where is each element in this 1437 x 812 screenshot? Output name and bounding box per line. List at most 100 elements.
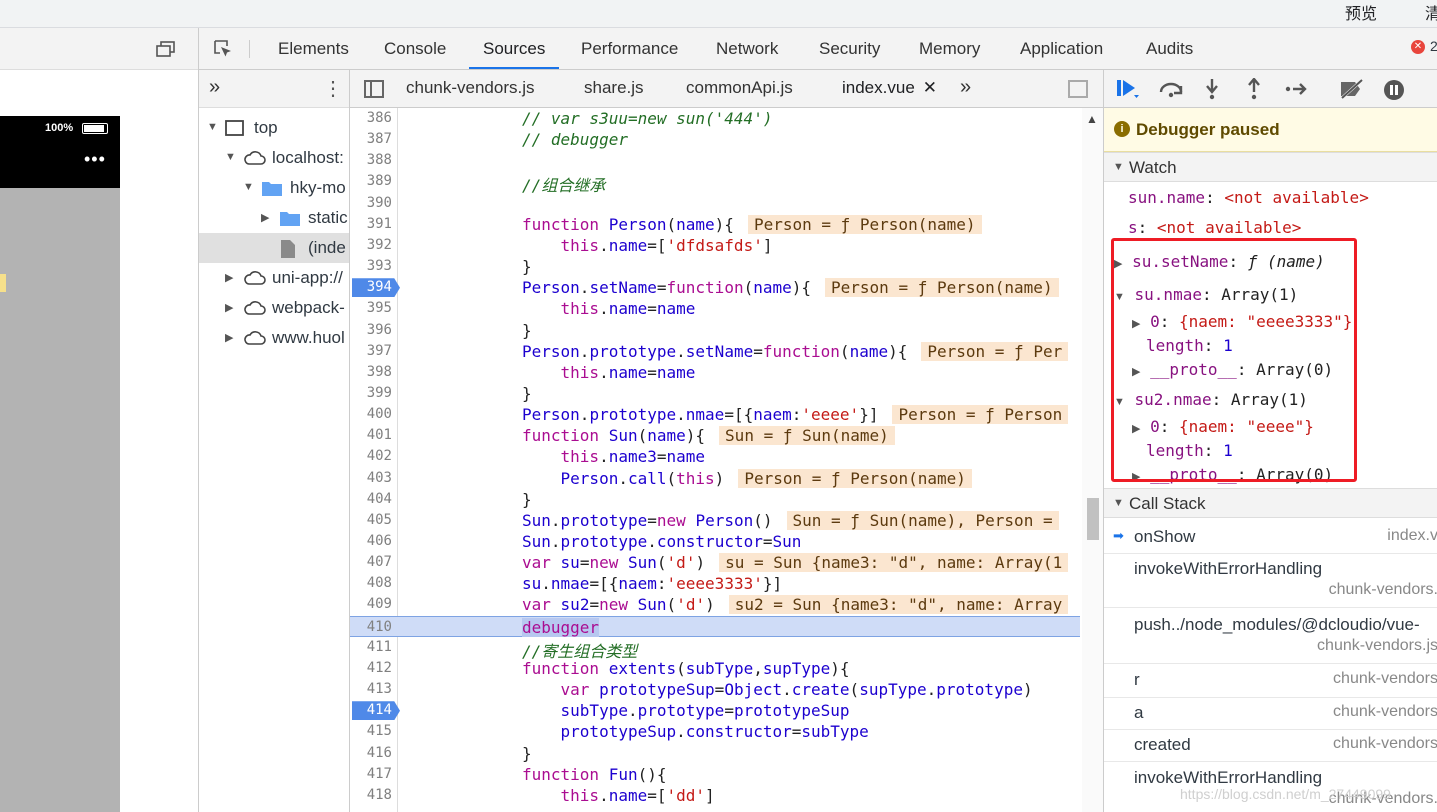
line-number[interactable]: 395 bbox=[350, 300, 392, 316]
step-over-icon[interactable] bbox=[1158, 80, 1186, 98]
code-line[interactable]: 388 bbox=[350, 150, 1080, 171]
tab-sources[interactable]: Sources bbox=[468, 28, 560, 69]
collapse-arrow-icon[interactable]: ▶ bbox=[261, 211, 269, 224]
error-icon[interactable]: ✕ bbox=[1411, 40, 1425, 54]
current-execution-line[interactable]: 410 debugger bbox=[350, 615, 1080, 637]
code-line[interactable]: 397 Person.prototype.setName=function(nam… bbox=[350, 341, 1080, 362]
line-number[interactable]: 398 bbox=[350, 364, 392, 380]
line-number[interactable]: 409 bbox=[350, 596, 392, 612]
tree-item-webpack[interactable]: ▶ webpack- bbox=[199, 293, 349, 323]
tab-audits[interactable]: Audits bbox=[1146, 28, 1193, 69]
line-number[interactable]: 394 bbox=[350, 279, 392, 295]
file-tab-chunk-vendors[interactable]: chunk-vendors.js bbox=[406, 78, 535, 98]
line-number[interactable]: 392 bbox=[350, 237, 392, 253]
line-number[interactable]: 407 bbox=[350, 554, 392, 570]
line-number[interactable]: 405 bbox=[350, 512, 392, 528]
line-number[interactable]: 418 bbox=[350, 787, 392, 803]
code-line[interactable]: 409 var su2=new Sun('d') su2 = Sun {name3:… bbox=[350, 594, 1080, 615]
tree-item-hky-mo[interactable]: ▼ hky-mo bbox=[199, 173, 349, 203]
line-number[interactable]: 389 bbox=[350, 173, 392, 189]
code-line[interactable]: 415 prototypeSup.constructor=subType bbox=[350, 721, 1080, 742]
line-number[interactable]: 393 bbox=[350, 258, 392, 274]
line-number[interactable]: 413 bbox=[350, 681, 392, 697]
callstack-frame[interactable]: r chunk-vendors bbox=[1104, 664, 1437, 698]
inspect-element-icon[interactable] bbox=[213, 39, 233, 59]
code-line[interactable]: 406 Sun.prototype.constructor=Sun bbox=[350, 531, 1080, 552]
collapse-arrow-icon[interactable]: ▶ bbox=[225, 301, 233, 314]
line-number[interactable]: 399 bbox=[350, 385, 392, 401]
expand-arrow-icon[interactable]: ▼ bbox=[225, 151, 236, 163]
code-line[interactable]: 396} bbox=[350, 320, 1080, 341]
code-line[interactable]: 395 this.name=name bbox=[350, 298, 1080, 319]
tree-item-index[interactable]: (inde bbox=[199, 233, 349, 263]
callstack-section-header[interactable]: ▼ Call Stack bbox=[1104, 488, 1437, 518]
collapse-arrow-icon[interactable]: ▶ bbox=[225, 331, 233, 344]
file-tab-index-vue[interactable]: index.vue ✕ bbox=[842, 78, 937, 98]
code-line[interactable]: 405 Sun.prototype=new Person() Sun = ƒ Sun… bbox=[350, 510, 1080, 531]
callstack-frame[interactable]: push../node_modules/@dcloudio/vue- chunk… bbox=[1104, 608, 1437, 664]
editor-scrollbar[interactable]: ▲ bbox=[1082, 108, 1103, 812]
code-line[interactable]: 393} bbox=[350, 256, 1080, 277]
code-line[interactable]: 407 var su=new Sun('d') su = Sun {name3: "… bbox=[350, 552, 1080, 573]
code-line[interactable]: 392 this.name=['dfdsafds'] bbox=[350, 235, 1080, 256]
step-out-icon[interactable] bbox=[1246, 78, 1262, 100]
tab-performance[interactable]: Performance bbox=[581, 28, 678, 69]
resume-icon[interactable] bbox=[1116, 78, 1140, 100]
tree-item-static[interactable]: ▶ static bbox=[199, 203, 349, 233]
capsule-menu-icon[interactable]: ••• bbox=[84, 149, 106, 170]
line-number[interactable]: 400 bbox=[350, 406, 392, 422]
line-number[interactable]: 410 bbox=[350, 619, 392, 635]
toggle-debugger-icon[interactable] bbox=[1068, 80, 1088, 98]
scroll-thumb[interactable] bbox=[1087, 498, 1099, 540]
watch-item[interactable]: sun.name: <not available> bbox=[1128, 188, 1437, 214]
code-line[interactable]: 399} bbox=[350, 383, 1080, 404]
undock-icon[interactable] bbox=[156, 41, 176, 57]
line-number[interactable]: 391 bbox=[350, 216, 392, 232]
line-number[interactable]: 388 bbox=[350, 152, 392, 168]
error-count[interactable]: 2 bbox=[1430, 38, 1437, 54]
expand-arrow-icon[interactable]: ▼ bbox=[207, 121, 218, 133]
code-line[interactable]: 401 function Sun(name){Sun = ƒ Sun(name) bbox=[350, 425, 1080, 446]
expand-arrow-icon[interactable]: ▼ bbox=[243, 181, 254, 193]
line-number[interactable]: 412 bbox=[350, 660, 392, 676]
more-tabs-icon[interactable]: » bbox=[209, 76, 220, 99]
callstack-frame[interactable]: invokeWithErrorHandling chunk-vendors. bbox=[1104, 554, 1437, 608]
tab-network[interactable]: Network bbox=[716, 28, 778, 69]
code-line[interactable]: 398 this.name=name bbox=[350, 362, 1080, 383]
more-options-icon[interactable]: ⋮ bbox=[323, 76, 343, 101]
code-line[interactable]: 404} bbox=[350, 489, 1080, 510]
tree-item-www-huol[interactable]: ▶ www.huol bbox=[199, 323, 349, 353]
file-tab-commonapi[interactable]: commonApi.js bbox=[686, 78, 793, 98]
tree-item-uni-app[interactable]: ▶ uni-app:// bbox=[199, 263, 349, 293]
code-line[interactable]: 403 Person.call(this) Person = ƒ Person(n… bbox=[350, 468, 1080, 489]
code-line[interactable]: 390 bbox=[350, 193, 1080, 214]
code-line[interactable]: 394 Person.setName=function(name){Person … bbox=[350, 277, 1080, 298]
tab-security[interactable]: Security bbox=[819, 28, 880, 69]
line-number[interactable]: 416 bbox=[350, 745, 392, 761]
line-number[interactable]: 387 bbox=[350, 131, 392, 147]
tree-item-localhost[interactable]: ▼ localhost: bbox=[199, 143, 349, 173]
pause-on-exceptions-icon[interactable] bbox=[1382, 78, 1406, 102]
clear-label[interactable]: 清 bbox=[1425, 0, 1437, 24]
tree-item-top[interactable]: ▼ top bbox=[199, 113, 349, 143]
deactivate-breakpoints-icon[interactable] bbox=[1338, 78, 1366, 100]
line-number[interactable]: 417 bbox=[350, 766, 392, 782]
code-line[interactable]: 386 // var s3uu=new sun('444') bbox=[350, 108, 1080, 129]
tab-memory[interactable]: Memory bbox=[919, 28, 980, 69]
line-number[interactable]: 386 bbox=[350, 110, 392, 126]
device-preview[interactable]: 100% ••• bbox=[0, 116, 120, 812]
line-number[interactable]: 411 bbox=[350, 639, 392, 655]
code-line[interactable]: 408 su.nmae=[{naem:'eeee3333'}] bbox=[350, 573, 1080, 594]
code-line[interactable]: 417 function Fun(){ bbox=[350, 764, 1080, 785]
preview-label[interactable]: 预览 bbox=[1345, 0, 1377, 24]
line-number[interactable]: 402 bbox=[350, 448, 392, 464]
expand-arrow-icon[interactable]: ▼ bbox=[1113, 161, 1124, 173]
scroll-up-icon[interactable]: ▲ bbox=[1086, 112, 1098, 126]
code-line[interactable]: 400 Person.prototype.nmae=[{naem:'eeee'}]… bbox=[350, 404, 1080, 425]
line-number[interactable]: 403 bbox=[350, 470, 392, 486]
code-line[interactable]: 391 function Person(name){Person = ƒ Pers… bbox=[350, 214, 1080, 235]
code-line[interactable]: 402 this.name3=name bbox=[350, 446, 1080, 467]
more-files-icon[interactable]: » bbox=[960, 76, 971, 99]
callstack-frame[interactable]: created chunk-vendors bbox=[1104, 730, 1437, 762]
code-line[interactable]: 411//寄生组合类型 bbox=[350, 637, 1080, 661]
